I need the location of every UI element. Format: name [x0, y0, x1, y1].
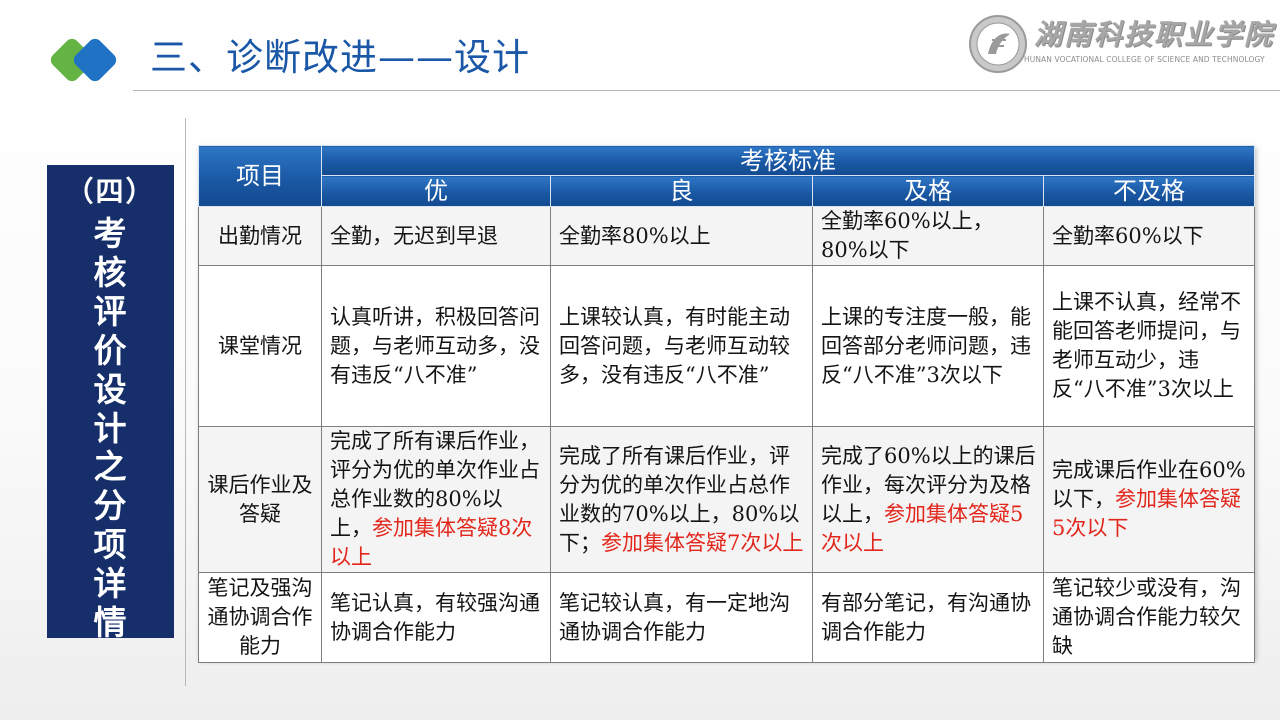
page-title: 三、诊断改进——设计 [150, 36, 530, 79]
row-label: 笔记及强沟通协调合作能力 [198, 572, 322, 663]
criteria-cell: 全勤率80%以上 [550, 206, 813, 266]
criteria-cell: 全勤率60%以上，80%以下 [812, 206, 1044, 266]
row-label: 出勤情况 [198, 206, 322, 266]
criteria-text: 上课较认真，有时能主动回答问题，与老师互动较多，没有违反“八不准” [559, 304, 790, 387]
title-divider [133, 90, 1280, 91]
diamond-title-icon [50, 38, 117, 82]
criteria-text: 上课的专注度一般，能回答部分老师问题，违反“八不准”3次以下 [821, 304, 1031, 387]
criteria-text: 上课不认真，经常不能回答老师提问，与老师互动少，违反“八不准”3次以上 [1052, 290, 1241, 401]
criteria-text: 全勤率60%以上，80%以下 [821, 209, 994, 262]
criteria-cell: 有部分笔记，有沟通协调合作能力 [812, 572, 1044, 663]
criteria-cell: 上课不认真，经常不能回答老师提问，与老师互动少，违反“八不准”3次以上 [1043, 265, 1255, 427]
table-row: 课后作业及答疑 完成了所有课后作业，评分为优的单次作业占总作业数的80%以上，参… [198, 426, 1255, 573]
criteria-cell: 笔记较少或没有，沟通协调合作能力较欠缺 [1043, 572, 1255, 663]
header-level-pass: 及格 [812, 175, 1044, 207]
section-number: （四） [65, 175, 156, 208]
college-name-cn: 湖南科技职业学院 [1034, 18, 1275, 51]
criteria-text: 认真听讲，积极回答问题，与老师互动多，没有违反“八不准” [330, 304, 540, 387]
criteria-text: 全勤率60%以下 [1052, 223, 1204, 248]
assessment-table: 项目 考核标准 优 良 及格 不及格 出勤情况 全勤，无迟到早退 全勤率80%以… [198, 145, 1255, 663]
college-logo: 湖南科技职业学院 HUNAN VOCATIONAL COLLEGE OF SCI… [966, 14, 1272, 74]
college-seal-icon [969, 15, 1027, 73]
header-item: 项目 [198, 145, 322, 207]
criteria-cell: 完成课后作业在60%以下，参加集体答疑5次以下 [1043, 426, 1255, 573]
header-level-excellent: 优 [321, 175, 551, 207]
criteria-cell: 全勤，无迟到早退 [321, 206, 551, 266]
criteria-highlight: 参加集体答疑7次以上 [601, 530, 804, 555]
table-row: 笔记及强沟通协调合作能力 笔记认真，有较强沟通协调合作能力 笔记较认真，有一定地… [198, 572, 1255, 663]
row-label: 课堂情况 [198, 265, 322, 427]
criteria-cell: 完成了所有课后作业，评分为优的单次作业占总作业数的80%以上，参加集体答疑8次以… [321, 426, 551, 573]
college-name-en: HUNAN VOCATIONAL COLLEGE OF SCIENCE AND … [1024, 55, 1265, 64]
header-criteria: 考核标准 [321, 145, 1255, 176]
criteria-text: 全勤率80%以上 [559, 223, 711, 248]
criteria-cell: 全勤率60%以下 [1043, 206, 1255, 266]
criteria-cell: 上课的专注度一般，能回答部分老师问题，违反“八不准”3次以下 [812, 265, 1044, 427]
criteria-text: 笔记较少或没有，沟通协调合作能力较欠缺 [1052, 576, 1241, 658]
criteria-text: 全勤，无迟到早退 [330, 223, 498, 248]
criteria-cell: 笔记认真，有较强沟通协调合作能力 [321, 572, 551, 663]
criteria-cell: 认真听讲，积极回答问题，与老师互动多，没有违反“八不准” [321, 265, 551, 427]
row-label: 课后作业及答疑 [198, 426, 322, 573]
criteria-cell: 完成了60%以上的课后作业，每次评分为及格以上，参加集体答疑5次以上 [812, 426, 1044, 573]
criteria-text: 笔记较认真，有一定地沟通协调合作能力 [559, 590, 790, 644]
vertical-divider [185, 118, 186, 686]
table-row: 课堂情况 认真听讲，积极回答问题，与老师互动多，没有违反“八不准” 上课较认真，… [198, 265, 1255, 427]
table-row: 出勤情况 全勤，无迟到早退 全勤率80%以上 全勤率60%以上，80%以下 全勤… [198, 206, 1255, 266]
criteria-cell: 笔记较认真，有一定地沟通协调合作能力 [550, 572, 813, 663]
header-level-good: 良 [550, 175, 813, 207]
criteria-text: 笔记认真，有较强沟通协调合作能力 [330, 590, 540, 644]
header-level-fail: 不及格 [1043, 175, 1255, 207]
section-side-panel: （四） 考核评价设计之分项详情 [47, 165, 174, 642]
criteria-cell: 上课较认真，有时能主动回答问题，与老师互动较多，没有违反“八不准” [550, 265, 813, 427]
section-title: 考核评价设计之分项详情 [93, 214, 127, 643]
criteria-cell: 完成了所有课后作业，评分为优的单次作业占总作业数的70%以上，80%以下；参加集… [550, 426, 813, 573]
criteria-text: 有部分笔记，有沟通协调合作能力 [821, 590, 1031, 644]
